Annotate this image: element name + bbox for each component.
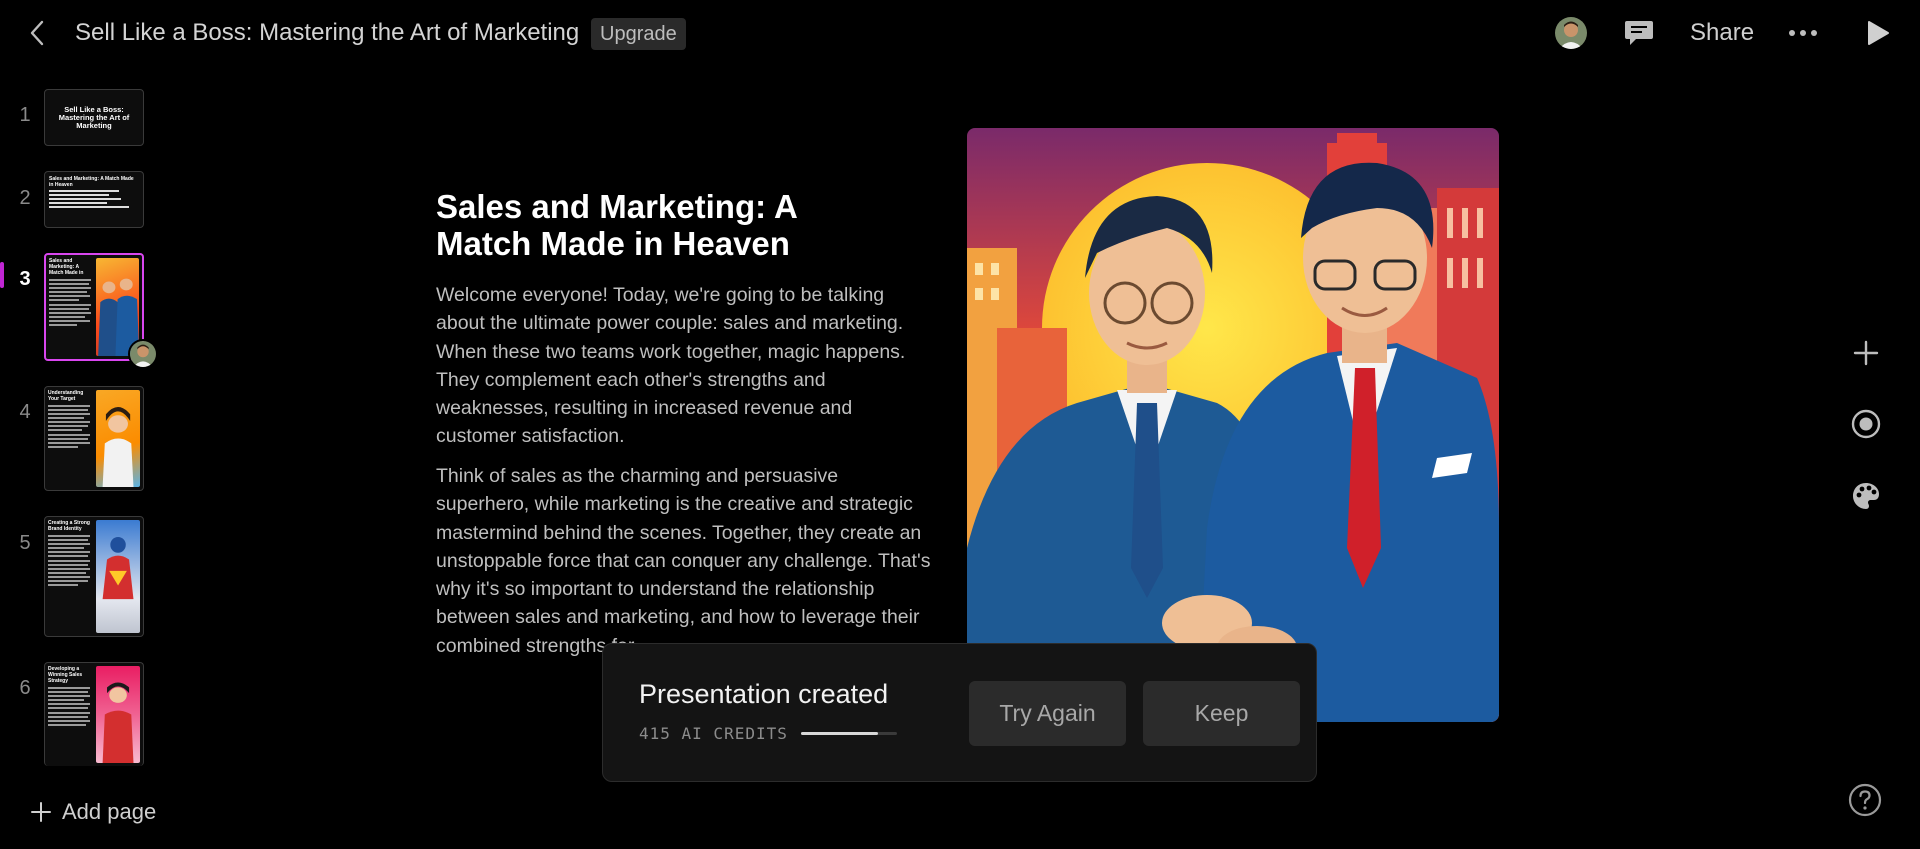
comment-icon — [1625, 21, 1653, 45]
thumbnail-title: Developing a Winning Sales Strategy — [48, 666, 83, 684]
comment-button[interactable] — [1622, 16, 1656, 50]
slide-paragraph-2[interactable]: Think of sales as the charming and persu… — [436, 462, 936, 658]
present-button[interactable] — [1862, 17, 1894, 49]
thumbnail-image — [95, 390, 140, 487]
add-block-button[interactable] — [1848, 335, 1884, 371]
slide-paragraph-1[interactable]: Welcome everyone! Today, we're going to … — [436, 281, 936, 451]
chevron-left-icon — [30, 20, 44, 46]
slide-thumbnail-1[interactable]: Sell Like a Boss: Mastering the Art of M… — [44, 89, 144, 146]
help-button[interactable] — [1847, 782, 1883, 818]
avatar[interactable] — [1555, 17, 1587, 49]
slide-heading[interactable]: Sales and Marketing: A Match Made in Hea… — [436, 188, 896, 262]
add-page-label: Add page — [62, 799, 157, 824]
generation-toast: Presentation created 415 AI CREDITS Try … — [602, 643, 1317, 782]
top-bar: Sell Like a Boss: Mastering the Art of M… — [0, 0, 1920, 66]
document-title[interactable]: Sell Like a Boss: Mastering the Art of M… — [75, 19, 579, 47]
palette-icon — [1853, 483, 1879, 509]
active-slide-indicator — [0, 262, 4, 288]
record-button[interactable] — [1848, 406, 1884, 442]
play-icon — [1868, 21, 1889, 45]
thumbnail-text-lines — [48, 405, 92, 448]
slide-thumbnail-3[interactable]: Sales and Marketing: A Match Made in Hea… — [44, 253, 144, 361]
thumbnail-title: Creating a Strong Brand Identity — [48, 520, 90, 532]
thumbnail-title: Sell Like a Boss: Mastering the Art of M… — [58, 104, 130, 130]
thumbnail-title: Sales and Marketing: A Match Made in Hea… — [49, 176, 134, 188]
slide-number: 4 — [19, 401, 31, 423]
try-again-button[interactable]: Try Again — [969, 681, 1126, 746]
share-button[interactable]: Share — [1690, 19, 1754, 47]
slide-thumbnail-5[interactable]: Creating a Strong Brand Identity — [44, 516, 144, 637]
slide-number: 6 — [19, 677, 31, 699]
collaborator-avatar — [128, 339, 158, 369]
thumbnail-image — [95, 258, 139, 356]
upgrade-button[interactable]: Upgrade — [591, 18, 686, 50]
slide-image[interactable] — [967, 128, 1499, 722]
thumbnail-title: Sales and Marketing: A Match Made in Hea… — [49, 258, 84, 276]
keep-button[interactable]: Keep — [1143, 681, 1300, 746]
plus-icon — [1853, 340, 1879, 366]
slide-thumbnail-2[interactable]: Sales and Marketing: A Match Made in Hea… — [44, 171, 144, 228]
thumbnail-text-lines — [48, 687, 92, 726]
slide-number: 2 — [19, 187, 31, 209]
thumbnail-text-lines — [48, 535, 92, 586]
thumbnail-image — [95, 666, 140, 763]
slide-number: 3 — [19, 268, 31, 290]
slide-thumbnail-4[interactable]: Understanding Your Target Audience — [44, 386, 144, 491]
plus-icon — [31, 802, 51, 822]
back-button[interactable] — [22, 18, 52, 48]
thumbnail-title: Understanding Your Target Audience — [48, 390, 84, 402]
help-icon — [1848, 783, 1882, 817]
record-icon — [1851, 409, 1881, 439]
slide-number: 5 — [19, 532, 31, 554]
credits-progress-fill — [801, 732, 878, 735]
credits-progress-bar — [801, 732, 897, 735]
more-icon — [1789, 30, 1817, 36]
thumbnail-image — [95, 520, 140, 633]
credits-label: 415 AI CREDITS — [639, 724, 788, 743]
slide-thumbnail-6[interactable]: Developing a Winning Sales Strategy — [44, 662, 144, 766]
add-page-button[interactable]: Add page — [30, 799, 156, 825]
thumbnail-text-lines — [49, 190, 139, 208]
slide-number: 1 — [19, 104, 31, 126]
toast-title: Presentation created — [639, 679, 889, 709]
theme-button[interactable] — [1848, 478, 1884, 514]
thumbnail-text-lines — [49, 279, 93, 326]
more-button[interactable] — [1783, 18, 1823, 48]
